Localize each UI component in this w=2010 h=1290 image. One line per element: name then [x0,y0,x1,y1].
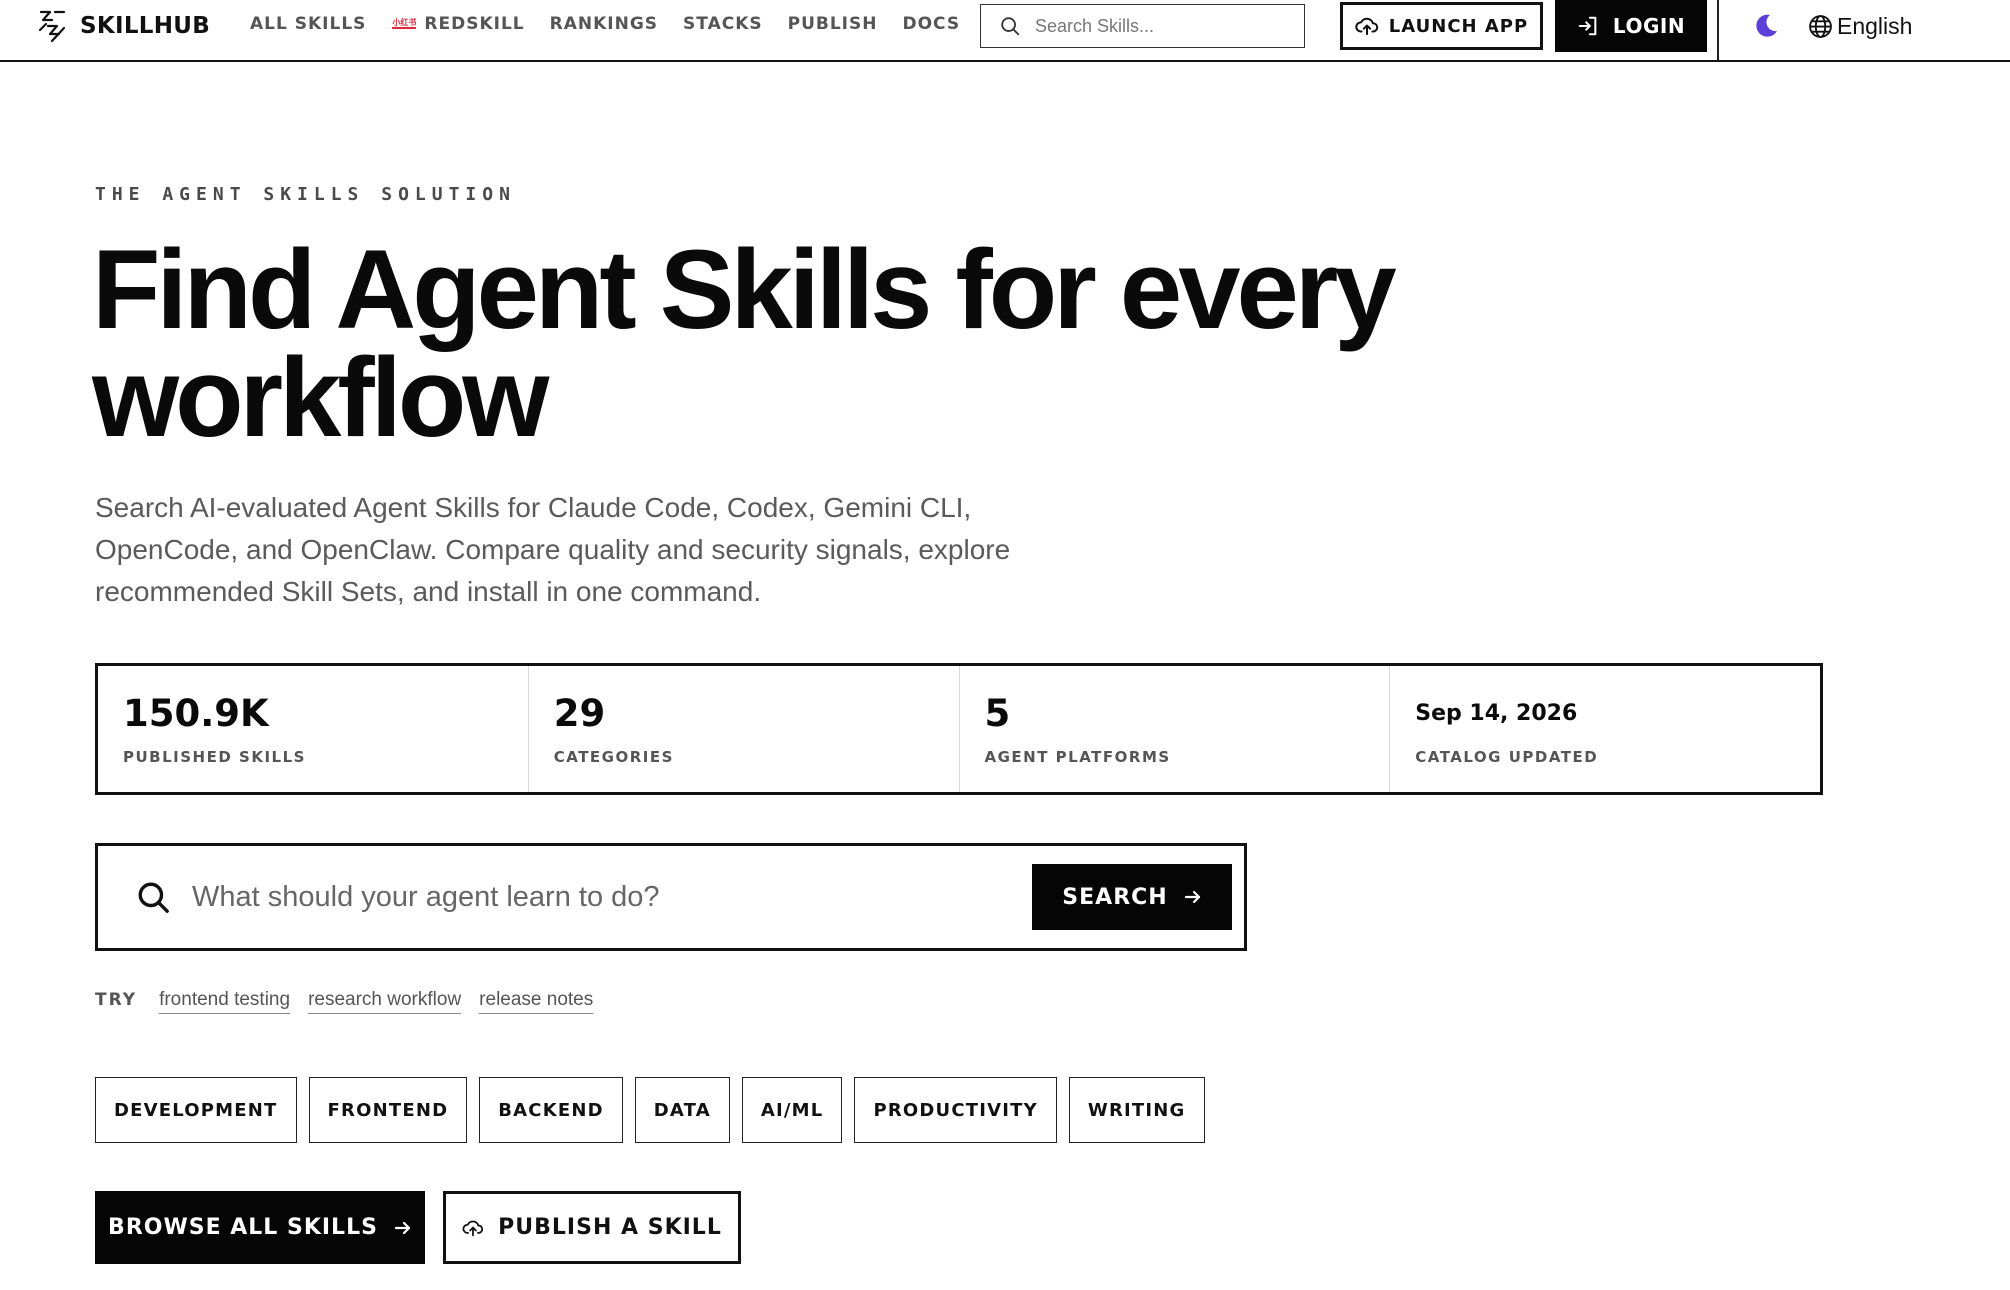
nav-link-rankings[interactable]: RANKINGS [550,14,658,34]
moon-icon[interactable] [1752,12,1780,40]
stat-value: 29 [553,692,606,735]
stat-value: Sep 14, 2026 [1415,701,1578,726]
stat-label: CATEGORIES [553,748,674,766]
redskill-badge-icon: 小红书 [391,19,417,29]
nav-link-label: REDSKILL [424,14,525,34]
brand-name: SKILLHUB [80,13,211,39]
stat-value: 150.9K [123,692,269,735]
stat-value: 5 [984,692,1011,735]
launch-app-label: LAUNCH APP [1388,15,1529,37]
stats-panel: 150.9K PUBLISHED SKILLS 29 CATEGORIES 5 … [95,663,1823,795]
login-button[interactable]: LOGIN [1555,0,1707,52]
language-selector[interactable]: English [1808,10,1912,42]
stat-published-skills: 150.9K PUBLISHED SKILLS [98,666,529,792]
skill-search-bar[interactable]: SEARCH [95,843,1247,951]
nav-link-label: ALL SKILLS [250,14,367,34]
stat-label: AGENT PLATFORMS [984,748,1171,766]
hero-headline: Find Agent Skills for every workflow [92,234,1592,454]
nav-link-publish[interactable]: PUBLISH [788,14,878,34]
suggestion-research-workflow[interactable]: research workflow [308,989,462,1014]
hero-description: Search AI-evaluated Agent Skills for Cla… [95,492,1011,607]
publish-skill-button[interactable]: PUBLISH A SKILL [443,1191,741,1264]
category-chip-backend[interactable]: BACKEND [479,1077,623,1143]
stat-label: PUBLISHED SKILLS [123,748,306,766]
cloud-upload-icon [1355,17,1379,36]
try-suggestions: TRY frontend testing research workflow r… [95,989,611,1014]
stat-categories: 29 CATEGORIES [529,666,960,792]
category-chip-data[interactable]: DATA [634,1077,730,1143]
stat-label: CATALOG UPDATED [1415,748,1599,766]
category-chip-productivity[interactable]: PRODUCTIVITY [854,1077,1057,1143]
nav-link-stacks[interactable]: STACKS [683,14,763,34]
browse-label: BROWSE ALL SKILLS [108,1215,378,1240]
launch-app-button[interactable]: LAUNCH APP [1340,2,1543,50]
category-chip-ai-ml[interactable]: AI/ML [741,1077,843,1143]
login-label: LOGIN [1612,14,1686,38]
headline-line-1: Find Agent Skills for every [92,227,1397,352]
arrow-right-icon [394,1221,411,1234]
login-icon [1578,16,1597,36]
stat-catalog-updated: Sep 14, 2026 CATALOG UPDATED [1390,666,1820,792]
suggestion-frontend-testing[interactable]: frontend testing [159,989,291,1014]
nav-link-redskill[interactable]: 小红书 REDSKILL [391,14,524,34]
nav-divider [1717,0,1719,60]
top-navbar: SKILLHUB ALL SKILLS 小红书 REDSKILL RANKING… [0,0,2010,62]
search-button[interactable]: SEARCH [1032,864,1232,930]
search-icon [1001,17,1020,36]
category-chip-writing[interactable]: WRITING [1068,1077,1205,1143]
skillhub-logo-icon [38,10,66,43]
skill-search-input[interactable] [192,880,1012,914]
hero-eyebrow: THE AGENT SKILLS SOLUTION [95,184,516,205]
cloud-upload-icon [462,1220,484,1236]
search-button-label: SEARCH [1062,884,1168,910]
globe-icon [1809,14,1832,38]
nav-link-label: RANKINGS [549,14,659,34]
arrow-right-icon [1184,890,1200,904]
nav-link-docs[interactable]: DOCS [902,14,960,34]
try-label: TRY [95,990,138,1010]
category-chip-frontend[interactable]: FRONTEND [308,1077,468,1143]
nav-link-label: DOCS [902,14,961,34]
category-chip-development[interactable]: DEVELOPMENT [95,1077,297,1143]
nav-link-all-skills[interactable]: ALL SKILLS [250,14,366,34]
headline-line-2: workflow [92,335,549,460]
category-chips: DEVELOPMENT FRONTEND BACKEND DATA AI/ML … [95,1077,1217,1143]
nav-search-input[interactable] [1035,15,1275,37]
nav-link-label: PUBLISH [787,14,878,34]
nav-search-box[interactable] [980,4,1305,48]
redskill-badge-text: 小红书 [392,18,417,29]
primary-nav: ALL SKILLS 小红书 REDSKILL RANKINGS STACKS … [250,14,985,34]
browse-all-skills-button[interactable]: BROWSE ALL SKILLS [95,1191,425,1264]
brand-home-link[interactable]: SKILLHUB [38,8,210,44]
suggestion-release-notes[interactable]: release notes [479,989,594,1014]
publish-label: PUBLISH A SKILL [498,1215,722,1240]
nav-link-label: STACKS [683,14,763,34]
search-icon [138,882,169,913]
language-label: English [1837,12,1913,39]
stat-agent-platforms: 5 AGENT PLATFORMS [960,666,1391,792]
